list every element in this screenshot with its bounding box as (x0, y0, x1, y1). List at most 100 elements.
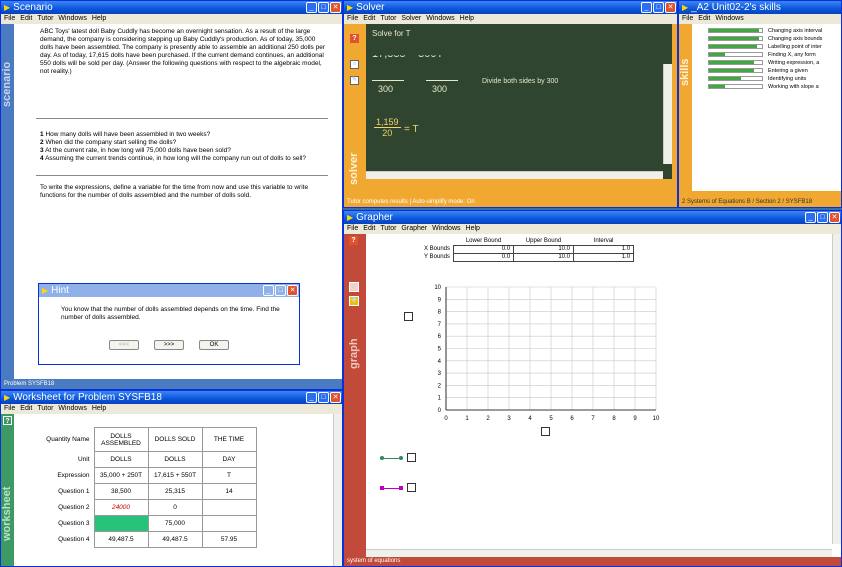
menu-tutor[interactable]: Tutor (37, 405, 53, 412)
menu-file[interactable]: File (347, 225, 358, 232)
y-upper-bound[interactable]: 10.0 (513, 252, 575, 262)
close-icon[interactable]: ✕ (287, 285, 298, 296)
x-tick-label: 5 (549, 416, 553, 422)
solver-vscroll[interactable] (663, 64, 672, 164)
legend-marker-2 (380, 486, 384, 490)
menu-windows[interactable]: Windows (426, 15, 454, 22)
menu-help[interactable]: Help (466, 225, 480, 232)
menu-edit[interactable]: Edit (363, 225, 375, 232)
menu-edit[interactable]: Edit (20, 15, 32, 22)
table-cell[interactable]: DOLLS (147, 451, 203, 468)
table-cell[interactable]: 0 (147, 499, 203, 516)
skills-sidebar: skills (679, 24, 692, 200)
table-cell[interactable]: 17,615 + 550T (147, 467, 203, 484)
table-cell[interactable]: 25,315 (147, 483, 203, 500)
menu-windows[interactable]: Windows (432, 225, 460, 232)
close-icon[interactable]: ✕ (330, 2, 341, 13)
table-cell[interactable]: 38,500 (93, 483, 149, 500)
edit-icon[interactable]: ✎ (350, 76, 359, 85)
menu-grapher[interactable]: Grapher (401, 225, 427, 232)
minimize-icon[interactable]: _ (306, 2, 317, 13)
menu-tutor[interactable]: Tutor (380, 225, 396, 232)
minimize-icon[interactable]: _ (805, 212, 816, 223)
menu-edit[interactable]: Edit (363, 15, 375, 22)
worksheet-scrollbar[interactable] (333, 414, 342, 566)
close-icon[interactable]: ✕ (829, 212, 840, 223)
table-cell[interactable]: DAY (201, 451, 257, 468)
menu-windows[interactable]: Windows (58, 15, 86, 22)
menu-windows[interactable]: Windows (715, 15, 743, 22)
menu-edit[interactable]: Edit (20, 405, 32, 412)
table-cell[interactable]: T (201, 467, 257, 484)
grapher-titlebar[interactable]: ▶ Grapher _ □ ✕ (344, 211, 841, 224)
minimize-icon[interactable]: _ (641, 2, 652, 13)
close-icon[interactable]: ✕ (665, 2, 676, 13)
maximize-icon[interactable]: □ (653, 2, 664, 13)
menu-help[interactable]: Help (92, 405, 106, 412)
x-interval[interactable]: 1.0 (573, 244, 635, 254)
menu-help[interactable]: Help (460, 15, 474, 22)
table-cell[interactable]: 75,000 (147, 515, 203, 532)
scenario-titlebar[interactable]: ▶ Scenario _ □ ✕ (1, 1, 342, 14)
grapher-vscroll[interactable] (832, 234, 841, 544)
hint-next-button[interactable]: >>> (154, 340, 184, 350)
table-cell[interactable]: 49,487.5 (93, 531, 149, 548)
table-cell[interactable] (201, 499, 257, 516)
menu-file[interactable]: File (4, 15, 15, 22)
table-cell-active[interactable] (93, 515, 149, 532)
question-list: 1 How many dolls will have been assemble… (40, 131, 328, 163)
window-icon: ▶ (4, 3, 11, 12)
skills-titlebar[interactable]: ▶ _A2 Unit02-2's skills (679, 1, 841, 14)
x-axis-label-box[interactable] (541, 427, 550, 436)
grapher-hscroll[interactable] (366, 549, 832, 557)
plot-point-icon[interactable]: ✚ (349, 296, 359, 306)
help-icon[interactable]: ? (349, 236, 358, 245)
close-icon[interactable]: ✕ (330, 392, 341, 403)
table-header: DOLLS ASSEMBLED (93, 427, 149, 452)
maximize-icon[interactable]: □ (318, 392, 329, 403)
solver-titlebar[interactable]: ▶ Solver _ □ ✕ (344, 1, 677, 14)
graph-plot-area[interactable]: 0 1 2 3 4 5 6 7 8 9 10109876543210 (416, 281, 676, 431)
legend-label-box-2[interactable] (407, 483, 416, 492)
maximize-icon[interactable]: □ (275, 285, 286, 296)
hint-titlebar[interactable]: ▶ Hint _ □ ✕ (39, 284, 299, 297)
maximize-icon[interactable]: □ (817, 212, 828, 223)
table-cell[interactable]: 24000 (93, 499, 149, 516)
table-cell[interactable]: 14 (201, 483, 257, 500)
hint-prev-button[interactable]: <<< (109, 340, 139, 350)
equals-icon[interactable]: ≡ (350, 60, 359, 69)
worksheet-titlebar[interactable]: ▶ Worksheet for Problem SYSFB18 _ □ ✕ (1, 391, 342, 404)
skill-progress-fill (709, 45, 757, 48)
menu-solver[interactable]: Solver (401, 15, 421, 22)
menu-file[interactable]: File (682, 15, 693, 22)
table-cell[interactable]: DOLLS (93, 451, 149, 468)
y-axis-label-box[interactable] (404, 312, 413, 321)
help-icon[interactable]: ? (3, 416, 12, 425)
table-cell[interactable]: 35,000 + 250T (93, 467, 149, 484)
legend-label-box-1[interactable] (407, 453, 416, 462)
menu-help[interactable]: Help (92, 15, 106, 22)
window-icon: ▶ (347, 3, 354, 12)
minimize-icon[interactable]: _ (306, 392, 317, 403)
y-interval[interactable]: 1.0 (573, 252, 635, 262)
draw-line-icon[interactable]: ⟋ (349, 282, 359, 292)
y-lower-bound[interactable]: 0.0 (453, 252, 515, 262)
menu-edit[interactable]: Edit (698, 15, 710, 22)
minimize-icon[interactable]: _ (263, 285, 274, 296)
x-lower-bound[interactable]: 0.0 (453, 244, 515, 254)
menu-tutor[interactable]: Tutor (37, 15, 53, 22)
menu-windows[interactable]: Windows (58, 405, 86, 412)
maximize-icon[interactable]: □ (318, 2, 329, 13)
x-upper-bound[interactable]: 10.0 (513, 244, 575, 254)
table-cell[interactable]: 57.95 (201, 531, 257, 548)
menu-file[interactable]: File (347, 15, 358, 22)
menu-tutor[interactable]: Tutor (380, 15, 396, 22)
hint-ok-button[interactable]: OK (199, 340, 229, 350)
help-icon[interactable]: ? (350, 34, 359, 43)
table-cell[interactable]: 49,487.5 (147, 531, 203, 548)
skill-label: Labelling point of inter (768, 44, 822, 50)
solver-hscroll[interactable] (366, 171, 663, 179)
menu-file[interactable]: File (4, 405, 15, 412)
table-cell[interactable] (201, 515, 257, 532)
skill-row: Changing axis interval (708, 27, 841, 35)
